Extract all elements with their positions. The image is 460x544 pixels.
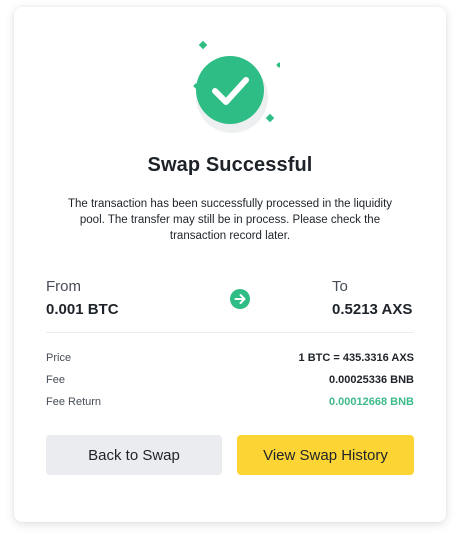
divider — [46, 332, 414, 333]
fee-label: Fee — [46, 374, 65, 386]
view-swap-history-button[interactable]: View Swap History — [237, 435, 414, 475]
from-amount: 0.001 BTC — [46, 301, 119, 318]
price-value: 1 BTC = 435.3316 AXS — [298, 352, 414, 364]
success-check-icon — [180, 40, 280, 140]
dialog-title: Swap Successful — [147, 154, 313, 176]
to-label: To — [332, 278, 348, 295]
swap-success-dialog: Swap Successful The transaction has been… — [14, 7, 446, 522]
to-amount: 0.5213 AXS — [332, 301, 413, 318]
dialog-description: The transaction has been successfully pr… — [67, 198, 393, 242]
fee-return-label: Fee Return — [46, 396, 102, 408]
from-label: From — [46, 278, 81, 295]
arrow-right-icon — [230, 289, 250, 309]
fee-value: 0.00025336 BNB — [328, 374, 414, 386]
back-to-swap-button[interactable]: Back to Swap — [46, 435, 222, 475]
fee-return-value: 0.00012668 BNB — [328, 396, 414, 408]
price-label: Price — [46, 352, 72, 364]
